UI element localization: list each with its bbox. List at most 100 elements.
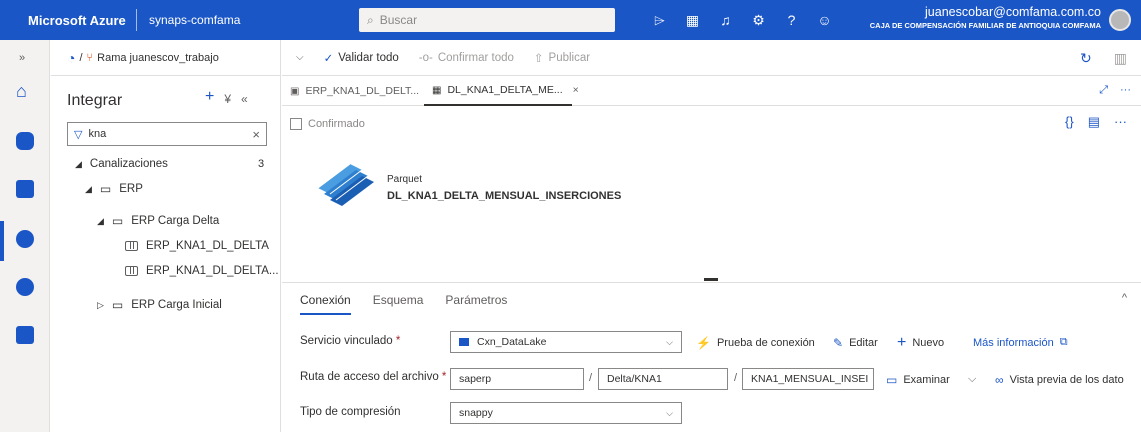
monitor-icon[interactable] [16,278,34,296]
linked-service-select[interactable]: Cxn_DataLake ⌵ [450,331,682,353]
feedback-icon[interactable]: ☺ [808,12,841,29]
compression-label: Tipo de compresión [300,406,401,418]
tab-schema[interactable]: Esquema [373,293,424,315]
search-icon: ⌕ [367,12,374,27]
tree-folder-erp[interactable]: ◢ ▭ ERP [85,176,143,202]
tab-label: DL_KNA1_DELTA_ME... [447,84,563,96]
chevron-down-icon[interactable]: ⌵ [296,52,304,63]
tab-dataset[interactable]: ▦ DL_KNA1_DELTA_ME... × [424,76,579,106]
filter-input[interactable]: ▽ kna × [67,122,267,146]
manage-icon[interactable] [16,326,34,344]
edit-button[interactable]: ✎ Editar [833,336,878,350]
publish-icon: ⇧ [533,52,544,65]
expand-arrow-icon: ◢ [85,183,92,194]
explorer-title: Integrar [67,92,123,109]
more-icon[interactable]: ··· [1120,84,1131,97]
compression-select[interactable]: snappy ⌵ [450,402,682,424]
home-icon[interactable]: ⌂ [16,82,34,100]
container-input[interactable]: saperp [450,368,584,390]
tab-connection[interactable]: Conexión [300,293,351,315]
branch-icon: ⑂ [86,51,94,64]
panel-resize-handle[interactable] [704,278,718,281]
user-info[interactable]: juanescobar@comfama.com.co CAJA DE COMPE… [870,5,1101,31]
status-text: Confirmado [308,118,365,130]
code-icon[interactable]: {} [1065,114,1074,130]
dataset-icon: ▦ [432,84,442,96]
file-name-input[interactable]: KNA1_MENSUAL_INSEI [742,368,874,390]
tab-parameters[interactable]: Parámetros [445,293,507,315]
settings-icon[interactable]: ⚙ [742,12,775,29]
more-info-link[interactable]: Más información ⧉ [973,336,1068,349]
avatar[interactable] [1109,9,1131,31]
collapse-panel-icon[interactable]: ^ [1122,292,1127,304]
filter-icon: ▽ [74,128,83,141]
container-value: saperp [459,373,492,385]
publish-button[interactable]: ⇧ Publicar [534,51,590,65]
tree-folder-erp-initial[interactable]: ▷ ▭ ERP Carga Inicial [97,292,222,318]
validate-all-button[interactable]: ✓ Validar todo [324,51,399,65]
new-label: Nuevo [912,337,945,349]
tree-folder-erp-delta[interactable]: ◢ ▭ ERP Carga Delta [97,208,219,234]
discard-icon[interactable]: ▥ [1114,50,1127,67]
file-path-label: Ruta de acceso del archivo * [300,371,446,383]
refresh-icon[interactable]: ↻ [1080,50,1092,67]
test-connection-button[interactable]: ⚡ Prueba de conexión [696,336,815,350]
workspace-name[interactable]: synaps-comfama [137,13,359,27]
expand-icon[interactable]: ⤢ [1099,84,1108,97]
chevron-down-icon[interactable]: ⌵ [968,373,976,386]
nav-selection-indicator [0,221,4,261]
git-icon[interactable]: ◔ [67,50,75,66]
tree-node-label: ERP Carga Inicial [131,299,222,311]
tree-item-label: ERP_KNA1_DL_DELTA... [146,265,279,277]
commit-status: Confirmado [290,118,365,130]
linked-service-label: Servicio vinculado * [300,335,400,347]
tab-pipeline[interactable]: ▣ ERP_KNA1_DL_DELT... [282,76,419,106]
file-name-value: KNA1_MENSUAL_INSEI [751,373,869,385]
close-icon[interactable]: × [573,84,579,96]
new-button[interactable]: + Nuevo [897,334,944,352]
clear-filter-icon[interactable]: × [252,127,260,142]
toolbar-right: ↻ ▥ [1080,50,1127,67]
branch-label[interactable]: Rama juanescov_trabajo [97,52,219,64]
validate-all-label: Validar todo [338,51,399,64]
cloud-shell-icon[interactable]: ⌲ [643,12,676,29]
collapse-all-icon[interactable]: ¥ [224,92,231,106]
preview-data-button[interactable]: ∞ Vista previa de los dato [995,373,1124,387]
expand-nav-icon[interactable]: » [19,52,25,64]
add-icon[interactable]: + [205,88,214,106]
validate-icon: ✓ [323,52,334,65]
browse-button[interactable]: ▭ Examinar [886,373,950,387]
user-org: CAJA DE COMPENSACIÓN FAMILIAR DE ANTIOQU… [869,21,1101,30]
integrate-icon[interactable] [16,230,34,248]
search-placeholder: Buscar [379,13,418,27]
path-separator: / [734,372,738,384]
dataset-canvas [282,142,1141,282]
plug-icon: ⚡ [696,336,711,350]
brand-title[interactable]: Microsoft Azure [0,13,136,28]
required-marker: * [395,335,401,347]
top-bar: Microsoft Azure synaps-comfama ⌕ Buscar … [0,0,1141,40]
hide-pane-icon[interactable]: « [241,92,248,106]
parquet-icon [317,163,374,206]
required-marker: * [441,371,447,383]
tree-node-pipelines[interactable]: ◢ Canalizaciones 3 [75,151,264,177]
develop-icon[interactable] [16,180,34,198]
tree-node-count: 3 [258,158,265,170]
linked-service-value: Cxn_DataLake [477,336,547,348]
properties-icon[interactable]: ▤ [1088,114,1100,130]
commit-icon: -o- [418,51,433,64]
data-icon[interactable] [16,132,34,150]
add-icon: + [897,334,907,351]
tree-item-pipeline-1[interactable]: ERP_KNA1_DL_DELTA [125,233,269,259]
directory-value: Delta/KNA1 [607,373,662,385]
left-nav: » ⌂ [0,40,50,432]
help-icon[interactable]: ? [775,12,808,29]
directory-input[interactable]: Delta/KNA1 [598,368,728,390]
panel-tabs: Conexión Esquema Parámetros [300,293,529,315]
more-icon[interactable]: ··· [1114,114,1127,130]
search-box[interactable]: ⌕ Buscar [359,8,615,32]
confirm-all-button[interactable]: -o- Confirmar todo [419,52,514,64]
tree-item-pipeline-2[interactable]: ERP_KNA1_DL_DELTA... [125,258,279,284]
notifications-icon[interactable]: ♫ [709,12,742,29]
directory-icon[interactable]: ▦ [676,12,709,29]
